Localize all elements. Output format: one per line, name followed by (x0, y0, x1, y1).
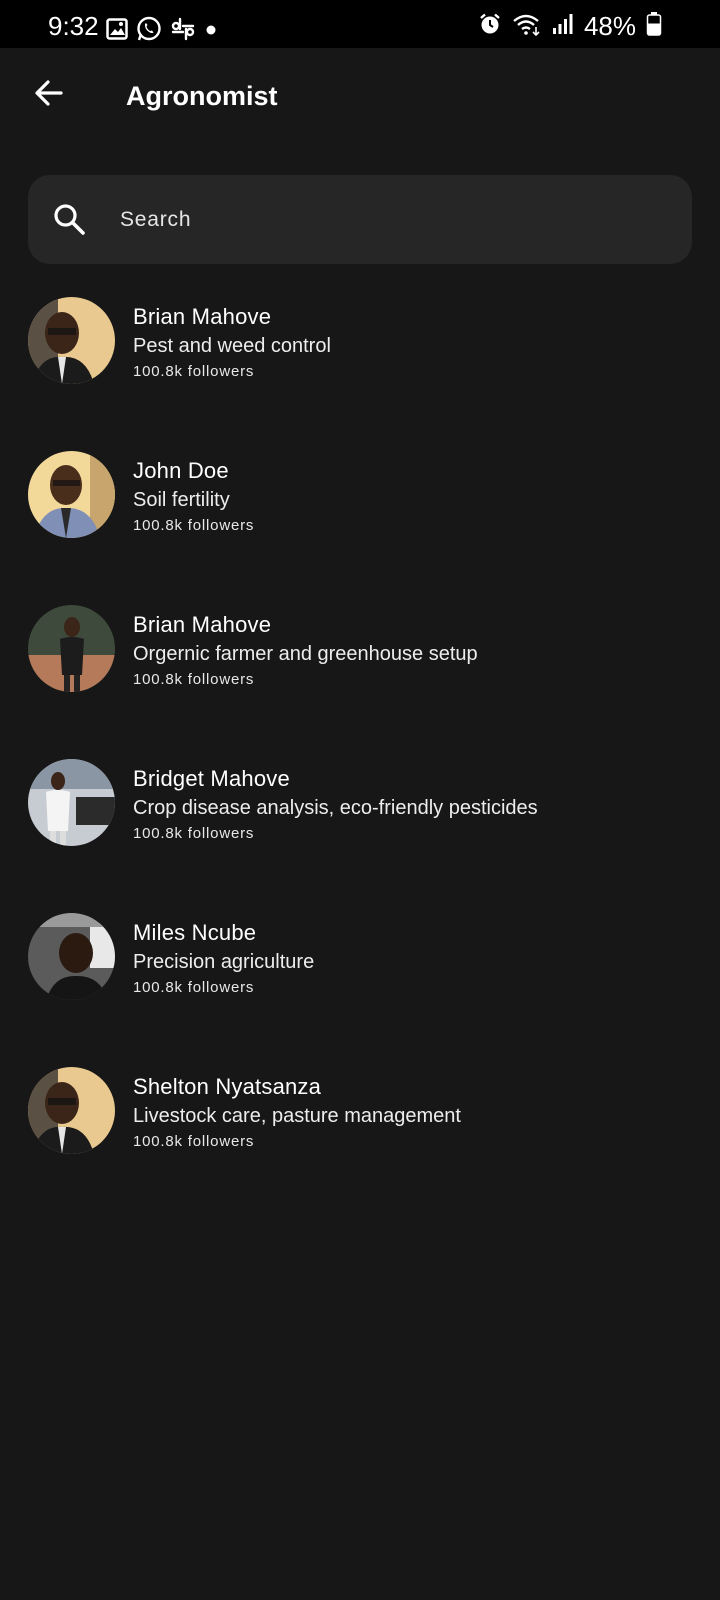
whatsapp-icon (136, 16, 162, 42)
expert-specialty: Orgernic farmer and greenhouse setup (133, 643, 478, 665)
alarm-icon (478, 12, 502, 41)
search-box[interactable] (28, 175, 692, 264)
page-title: Agronomist (126, 81, 278, 111)
expert-name: Miles Ncube (133, 920, 257, 945)
dot-icon (204, 18, 218, 40)
expert-followers: 100.8k followers (133, 517, 255, 534)
avatar (28, 913, 115, 1000)
avatar (28, 451, 115, 538)
status-right: 48% (478, 11, 662, 42)
signal-icon (552, 12, 574, 41)
list-item[interactable]: Bridget Mahove Crop disease analysis, ec… (0, 759, 720, 913)
notification-icons (106, 16, 218, 42)
avatar (28, 759, 115, 846)
search-input[interactable] (118, 201, 662, 239)
expert-specialty: Pest and weed control (133, 335, 331, 357)
expert-name: Brian Mahove (133, 304, 272, 329)
back-button[interactable] (26, 72, 72, 118)
expert-followers: 100.8k followers (133, 1133, 255, 1150)
battery-icon (646, 11, 662, 42)
arrow-left-icon (33, 77, 65, 114)
status-bar: 9:32 48% (0, 0, 720, 48)
app-bar: Agronomist (0, 48, 720, 148)
battery-percent: 48% (583, 11, 636, 41)
expert-list: Brian Mahove Pest and weed control 100.8… (0, 297, 720, 1221)
expert-name: Shelton Nyatsanza (133, 1074, 322, 1099)
slack-icon (170, 16, 196, 42)
wifi-icon (512, 12, 542, 41)
expert-specialty: Soil fertility (133, 489, 230, 511)
avatar (28, 297, 115, 384)
list-item[interactable]: John Doe Soil fertility 100.8k followers (0, 451, 720, 605)
list-item[interactable]: Miles Ncube Precision agriculture 100.8k… (0, 913, 720, 1067)
status-time: 9:32 (48, 11, 99, 41)
expert-name: John Doe (133, 458, 229, 483)
search-icon[interactable] (52, 202, 86, 241)
gallery-icon (106, 18, 128, 40)
list-item[interactable]: Brian Mahove Pest and weed control 100.8… (0, 297, 720, 451)
expert-name: Bridget Mahove (133, 766, 290, 791)
avatar (28, 1067, 115, 1154)
avatar (28, 605, 115, 692)
expert-followers: 100.8k followers (133, 363, 255, 380)
expert-specialty: Livestock care, pasture management (133, 1105, 461, 1127)
expert-name: Brian Mahove (133, 612, 272, 637)
expert-specialty: Precision agriculture (133, 951, 315, 973)
list-item[interactable]: Shelton Nyatsanza Livestock care, pastur… (0, 1067, 720, 1221)
list-item[interactable]: Brian Mahove Orgernic farmer and greenho… (0, 605, 720, 759)
expert-specialty: Crop disease analysis, eco-friendly pest… (133, 797, 538, 819)
expert-followers: 100.8k followers (133, 979, 255, 996)
expert-followers: 100.8k followers (133, 825, 255, 842)
expert-followers: 100.8k followers (133, 671, 255, 688)
